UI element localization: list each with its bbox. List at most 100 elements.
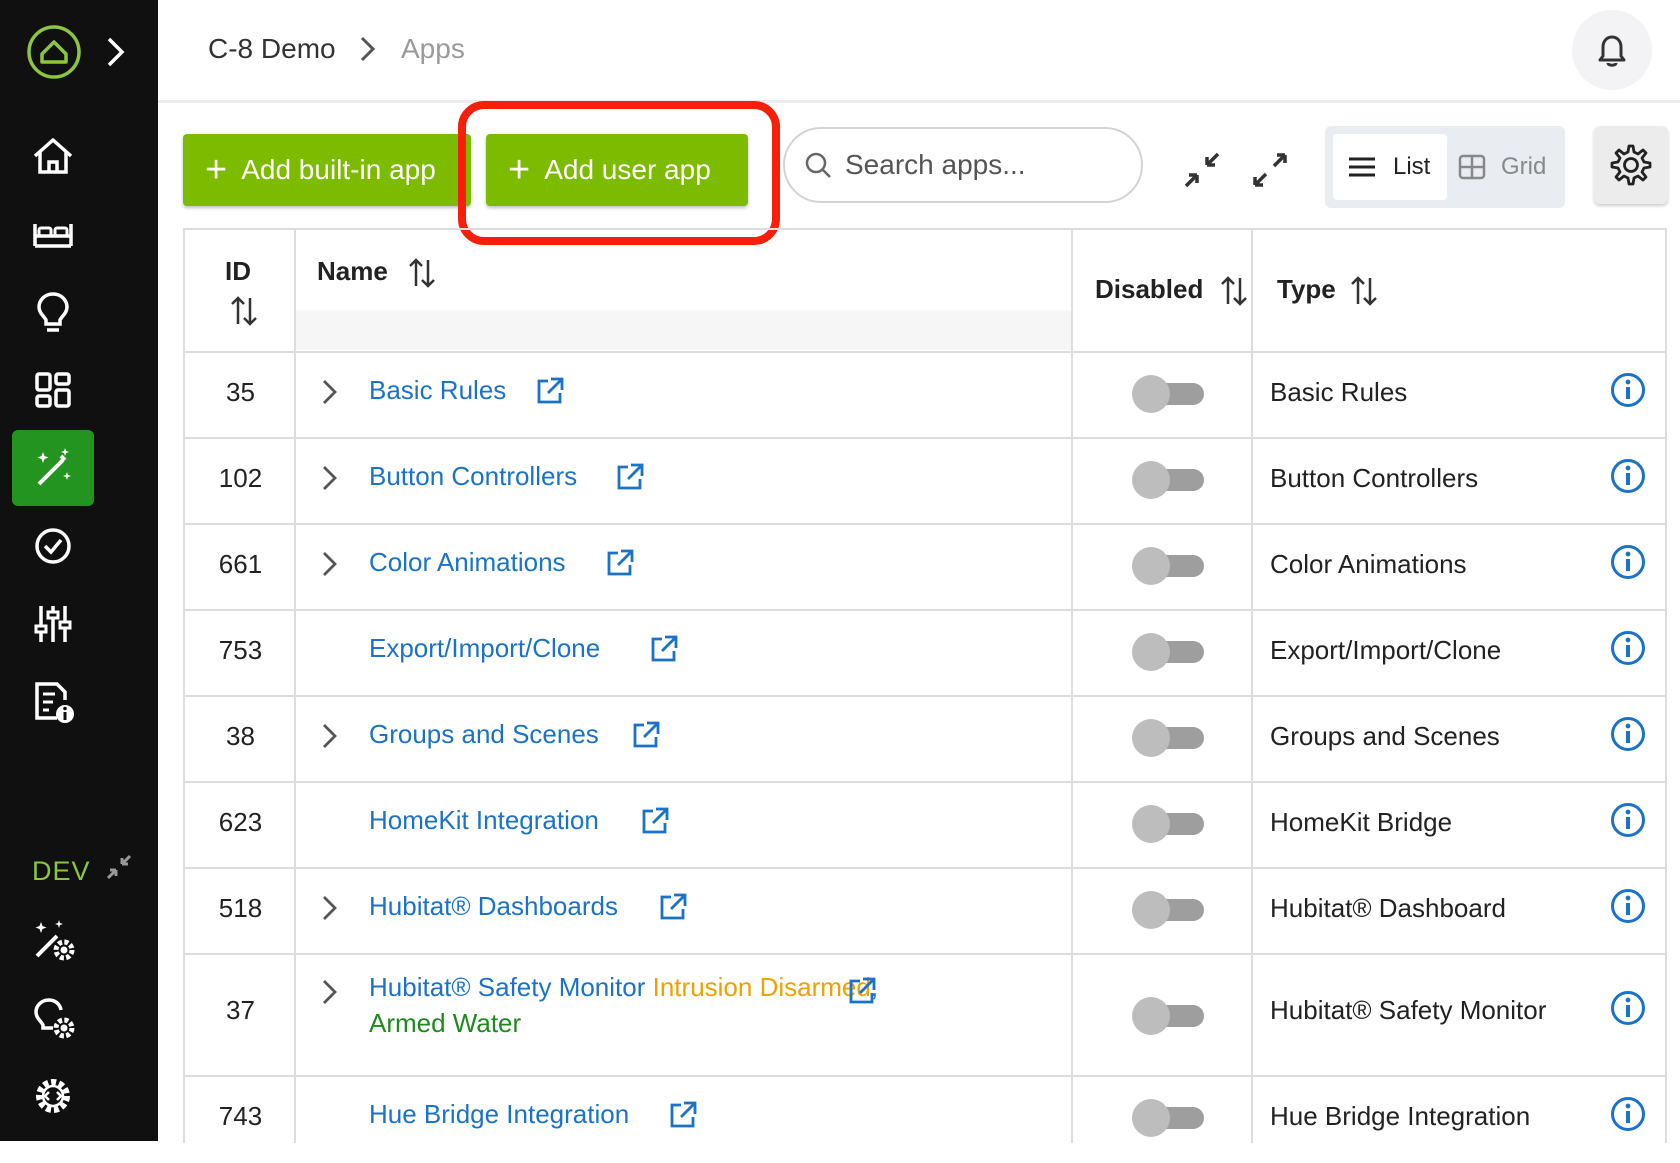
app-name-link[interactable]: Export/Import/Clone: [369, 633, 600, 664]
column-header-disabled[interactable]: Disabled: [1095, 274, 1203, 305]
table-row[interactable]: 623 HomeKit Integration HomeKit Bridge: [185, 781, 1667, 869]
disabled-toggle[interactable]: [1130, 1097, 1210, 1137]
app-name-link[interactable]: Hubitat® Safety Monitor Intrusion Disarm…: [369, 969, 929, 1041]
search-input[interactable]: [843, 148, 1127, 182]
info-icon[interactable]: [1609, 457, 1647, 495]
lightbulb-icon[interactable]: [12, 274, 94, 350]
view-mode-toggle: List Grid: [1325, 126, 1565, 208]
app-id: 102: [218, 463, 263, 493]
app-name-link[interactable]: Hue Bridge Integration: [369, 1099, 629, 1130]
table-row[interactable]: 38 Groups and Scenes Groups and Scenes: [185, 695, 1667, 783]
app-name-link[interactable]: Hubitat® Dashboards: [369, 891, 618, 922]
app-id: 35: [226, 377, 255, 407]
disabled-toggle[interactable]: [1130, 631, 1210, 671]
home-icon[interactable]: [12, 118, 94, 194]
sliders-icon[interactable]: [12, 586, 94, 662]
disabled-toggle[interactable]: [1130, 373, 1210, 413]
code-gear-icon[interactable]: [12, 1058, 94, 1134]
app-id: 743: [218, 1101, 263, 1131]
app-id: 753: [218, 635, 263, 665]
add-built-in-app-label: Add built-in app: [241, 154, 436, 185]
collapse-arrows-icon[interactable]: [104, 852, 134, 882]
collapse-all-icon[interactable]: [1182, 150, 1222, 190]
external-link-icon[interactable]: [534, 375, 566, 407]
grid-icon: [1458, 154, 1486, 180]
search-icon: [805, 152, 831, 178]
chevron-right-icon[interactable]: [104, 36, 128, 68]
sort-icon[interactable]: [229, 294, 259, 328]
info-icon[interactable]: [1609, 371, 1647, 409]
info-icon[interactable]: [1609, 989, 1647, 1027]
check-circle-icon[interactable]: [12, 508, 94, 584]
table-row[interactable]: 35 Basic Rules Basic Rules: [185, 351, 1667, 439]
app-name-text: Hubitat® Safety Monitor: [369, 972, 646, 1002]
expand-chevron-icon[interactable]: [319, 463, 341, 493]
info-icon[interactable]: [1609, 1095, 1647, 1133]
external-link-icon[interactable]: [630, 719, 662, 751]
apps-magic-wand-icon[interactable]: [12, 430, 94, 506]
sort-icon[interactable]: [1349, 274, 1379, 308]
expand-chevron-icon[interactable]: [319, 721, 341, 751]
logs-info-icon[interactable]: [12, 664, 94, 740]
disabled-toggle[interactable]: [1130, 803, 1210, 843]
apps-table: ID Name Disabled Type 35 Basic Rules Basic…: [183, 228, 1667, 1143]
app-type: Basic Rules: [1270, 377, 1408, 407]
table-row[interactable]: 753 Export/Import/Clone Export/Import/Clon…: [185, 609, 1667, 697]
sort-icon[interactable]: [1219, 274, 1249, 308]
column-header-id[interactable]: ID: [225, 256, 251, 287]
expand-chevron-icon[interactable]: [319, 977, 341, 1007]
table-settings-button[interactable]: [1594, 126, 1668, 204]
table-row[interactable]: 518 Hubitat® Dashboards Hubitat® Dashboard: [185, 867, 1667, 955]
disabled-toggle[interactable]: [1130, 995, 1210, 1035]
expand-all-icon[interactable]: [1250, 150, 1290, 190]
dashboard-icon[interactable]: [12, 352, 94, 428]
app-id: 623: [218, 807, 263, 837]
breadcrumb-root[interactable]: C-8 Demo: [208, 33, 336, 65]
info-icon[interactable]: [1609, 887, 1647, 925]
external-link-icon[interactable]: [657, 891, 689, 923]
top-header: C-8 Demo Apps: [158, 0, 1680, 103]
view-grid-button[interactable]: Grid: [1453, 134, 1563, 200]
info-icon[interactable]: [1609, 629, 1647, 667]
external-link-icon[interactable]: [648, 633, 680, 665]
search-apps-field[interactable]: [783, 127, 1143, 203]
expand-chevron-icon[interactable]: [319, 377, 341, 407]
column-header-type[interactable]: Type: [1277, 274, 1336, 305]
disabled-toggle[interactable]: [1130, 889, 1210, 929]
disabled-toggle[interactable]: [1130, 717, 1210, 757]
hubitat-logo-icon[interactable]: [26, 24, 82, 80]
external-link-icon[interactable]: [614, 461, 646, 493]
app-name-link[interactable]: Color Animations: [369, 547, 566, 578]
external-link-icon[interactable]: [639, 805, 671, 837]
info-icon[interactable]: [1609, 801, 1647, 839]
app-name-link[interactable]: Groups and Scenes: [369, 719, 599, 750]
table-row[interactable]: 37 Hubitat® Safety Monitor Intrusion Disa…: [185, 953, 1667, 1077]
bed-icon[interactable]: [12, 196, 94, 272]
wand-gear-icon[interactable]: [12, 902, 94, 978]
table-row[interactable]: 743 Hue Bridge Integration Hue Bridge Inte…: [185, 1075, 1667, 1163]
app-type: Button Controllers: [1270, 463, 1479, 493]
app-name-link[interactable]: Button Controllers: [369, 461, 577, 492]
external-link-icon[interactable]: [846, 975, 878, 1007]
status-intrusion: Intrusion Disarmed: [652, 972, 871, 1002]
bell-icon: [1598, 35, 1626, 67]
table-row[interactable]: 102 Button Controllers Button Controllers: [185, 437, 1667, 525]
column-header-name[interactable]: Name: [317, 256, 388, 287]
disabled-toggle[interactable]: [1130, 545, 1210, 585]
app-name-link[interactable]: HomeKit Integration: [369, 805, 599, 836]
notifications-button[interactable]: [1572, 10, 1652, 90]
add-built-in-app-button[interactable]: + Add built-in app: [183, 134, 471, 206]
external-link-icon[interactable]: [667, 1099, 699, 1131]
info-icon[interactable]: [1609, 543, 1647, 581]
disabled-toggle[interactable]: [1130, 459, 1210, 499]
table-row[interactable]: 661 Color Animations Color Animations: [185, 523, 1667, 611]
expand-chevron-icon[interactable]: [319, 893, 341, 923]
view-list-button[interactable]: List: [1333, 134, 1447, 200]
external-link-icon[interactable]: [604, 547, 636, 579]
bulb-gear-icon[interactable]: [12, 980, 94, 1056]
expand-chevron-icon[interactable]: [319, 549, 341, 579]
app-name-link[interactable]: Basic Rules: [369, 375, 506, 406]
view-list-label: List: [1393, 153, 1431, 180]
sort-icon[interactable]: [407, 256, 437, 290]
info-icon[interactable]: [1609, 715, 1647, 753]
